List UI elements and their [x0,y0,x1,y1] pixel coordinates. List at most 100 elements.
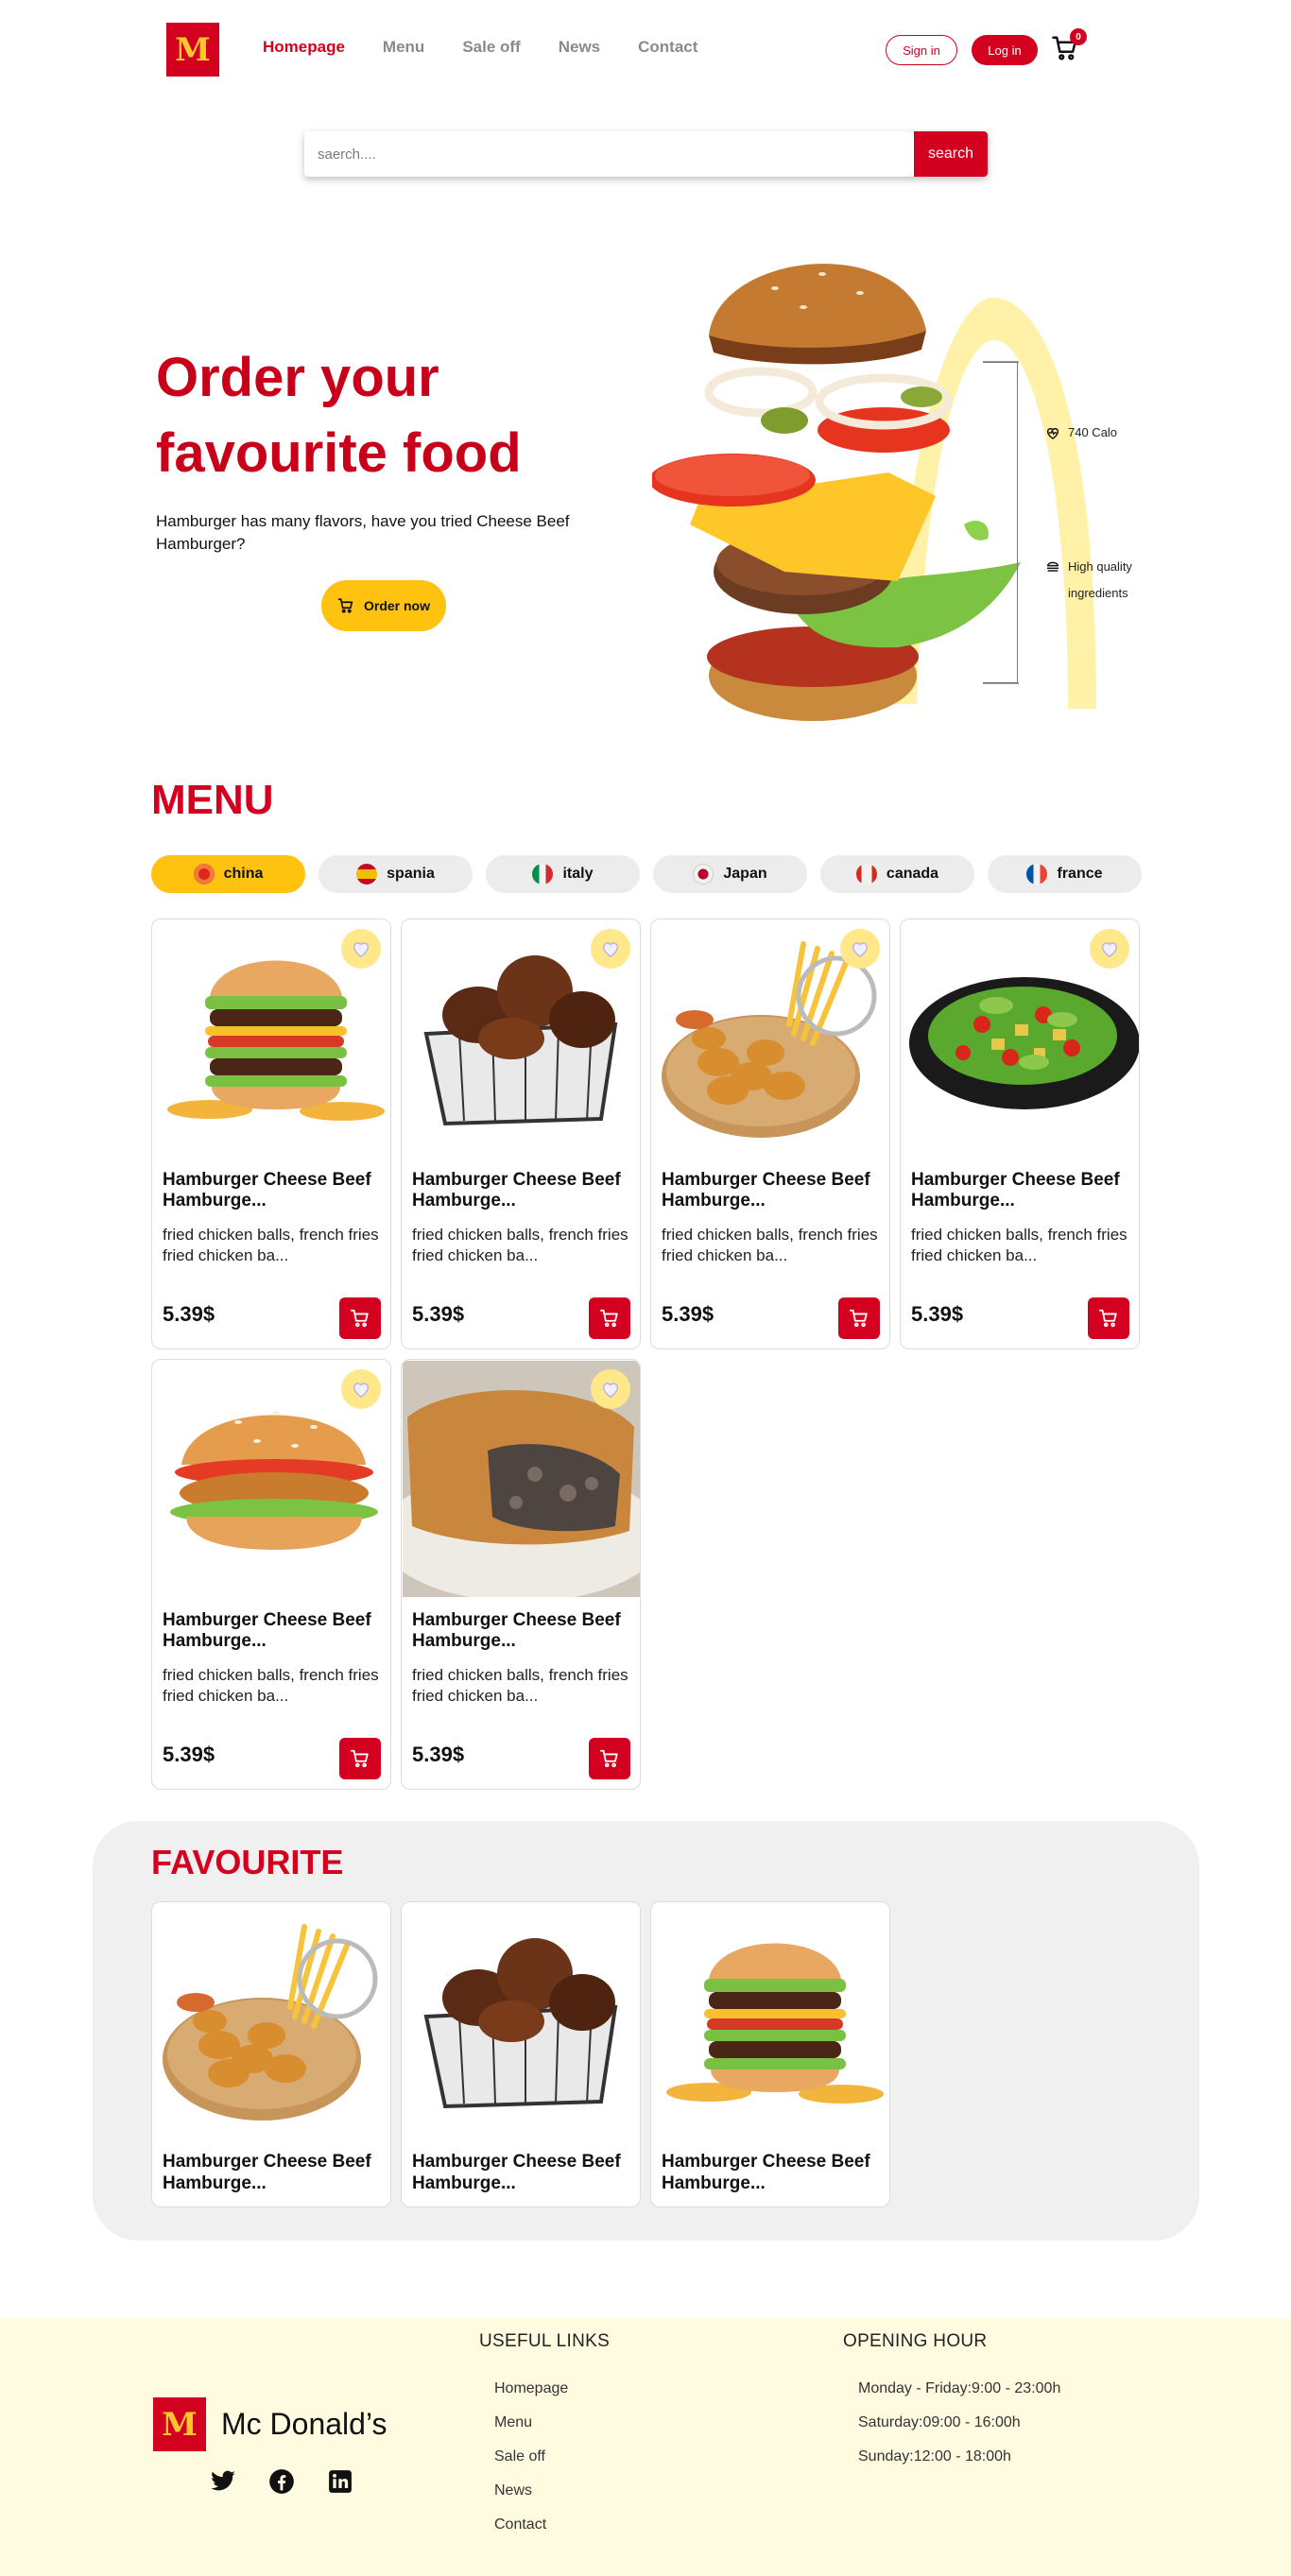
footer-logo[interactable]: M [153,2397,206,2451]
nav-link-news[interactable]: News [559,38,600,57]
card-description: fried chicken balls, french fries fried … [412,1666,628,1705]
france-flag-icon [1026,864,1048,884]
nav-link-menu[interactable]: Menu [383,38,424,57]
card-title: Hamburger Cheese Beef Hamburge... [163,1170,371,1211]
footer-link-contact[interactable]: Contact [494,2516,546,2533]
card-title: Hamburger Cheese Beef Hamburge... [412,1610,621,1651]
category-label: canada [886,866,939,882]
footer-link-sale-off[interactable]: Sale off [494,2448,545,2465]
search-bar: search [304,131,988,177]
spain-flag-icon [356,864,378,884]
card-price: 5.39$ [163,1743,215,1766]
card-price: 5.39$ [163,1302,215,1326]
facebook-icon [269,2469,294,2494]
feature-quality-text: High quality ingredients [1068,554,1132,607]
heart-icon [353,1382,370,1399]
nav-link-contact[interactable]: Contact [638,38,697,57]
category-label: france [1057,866,1103,882]
menu-card: Hamburger Cheese Beef Hamburge... fried c… [900,919,1140,1349]
cart-icon [350,1749,369,1768]
order-now-button[interactable]: Order now [321,580,446,631]
card-title: Hamburger Cheese Beef Hamburge... [412,2152,621,2193]
favourite-button[interactable] [591,929,630,969]
favourite-button[interactable] [1090,929,1129,969]
nav-links: Homepage Menu Sale off News Contact [263,38,735,57]
category-tab-japan[interactable]: Japan [653,855,807,893]
search-button[interactable]: search [914,131,988,177]
favourite-card: Hamburger Cheese Beef Hamburge... [401,1901,641,2207]
category-tab-france[interactable]: france [988,855,1142,893]
card-price: 5.39$ [412,1302,465,1326]
heart-icon [852,942,869,958]
category-tab-canada[interactable]: canada [820,855,974,893]
card-price: 5.39$ [412,1743,465,1766]
top-nav: M Homepage Menu Sale off News Contact Si… [0,0,1291,99]
favourite-button[interactable] [341,1369,381,1409]
category-tab-italy[interactable]: italy [486,855,640,893]
opening-hours-sunday: Sunday:12:00 - 18:00h [858,2448,1011,2464]
card-title: Hamburger Cheese Beef Hamburge... [163,1610,371,1651]
card-description: fried chicken balls, french fries fried … [911,1226,1127,1264]
card-description: fried chicken balls, french fries fried … [163,1666,379,1705]
search-input[interactable] [304,131,914,177]
food-image[interactable] [403,1903,640,2139]
linkedin-icon [329,2470,352,2493]
card-title: Hamburger Cheese Beef Hamburge... [662,1170,870,1211]
useful-links-heading: USEFUL LINKS [479,2331,611,2351]
category-tabs: china spania italy Japan canada france [151,855,1142,893]
china-flag-icon [193,864,215,884]
footer-brand-name: Mc Donald’s [221,2407,387,2441]
italy-flag-icon [532,864,554,884]
heart-rate-icon [1046,427,1059,439]
cart-icon [599,1749,618,1768]
sign-in-button[interactable]: Sign in [886,35,957,65]
twitter-link[interactable] [208,2466,238,2497]
footer-link-menu[interactable]: Menu [494,2414,532,2431]
footer-link-news[interactable]: News [494,2482,532,2499]
cart-icon [599,1309,618,1328]
hero-title: Order your favourite food [156,340,628,491]
menu-card: Hamburger Cheese Beef Hamburge... fried c… [401,1359,641,1790]
linkedin-link[interactable] [325,2466,355,2497]
facebook-link[interactable] [267,2466,297,2497]
food-image[interactable] [153,1903,390,2139]
card-description: fried chicken balls, french fries fried … [163,1226,379,1264]
add-to-cart-button[interactable] [589,1738,630,1779]
cart-button[interactable]: 0 [1051,28,1087,64]
add-to-cart-button[interactable] [339,1297,381,1339]
add-to-cart-button[interactable] [589,1297,630,1339]
nav-link-sale-off[interactable]: Sale off [462,38,520,57]
add-to-cart-button[interactable] [339,1738,381,1779]
card-price: 5.39$ [662,1302,714,1326]
footer-link-homepage[interactable]: Homepage [494,2380,568,2397]
add-to-cart-button[interactable] [1088,1297,1129,1339]
canada-flag-icon [855,864,877,884]
log-in-button[interactable]: Log in [972,35,1038,65]
opening-hours-weekday: Monday - Friday:9:00 - 23:00h [858,2380,1061,2396]
cart-icon [337,598,353,613]
category-label: spania [387,866,435,882]
order-now-label: Order now [363,598,430,613]
favourite-button[interactable] [591,1369,630,1409]
cart-icon [849,1309,868,1328]
category-label: Japan [723,866,767,882]
heart-icon [1101,942,1118,958]
menu-section-title: MENU [151,777,274,823]
mcdonalds-logo[interactable]: M [166,23,219,77]
add-to-cart-button[interactable] [838,1297,880,1339]
heart-icon [602,942,619,958]
feature-bracket [983,362,1018,683]
card-description: fried chicken balls, french fries fried … [662,1226,878,1264]
card-title: Hamburger Cheese Beef Hamburge... [911,1170,1120,1211]
category-tab-spania[interactable]: spania [318,855,473,893]
category-label: china [223,866,264,882]
nav-link-homepage[interactable]: Homepage [263,38,345,57]
favourite-button[interactable] [341,929,381,969]
menu-card: Hamburger Cheese Beef Hamburge... fried c… [151,1359,391,1790]
category-label: italy [562,866,594,882]
food-image[interactable] [652,1903,889,2139]
favourite-button[interactable] [840,929,880,969]
card-description: fried chicken balls, french fries fried … [412,1226,628,1264]
category-tab-china[interactable]: china [151,855,305,893]
burger-icon [1046,561,1059,572]
